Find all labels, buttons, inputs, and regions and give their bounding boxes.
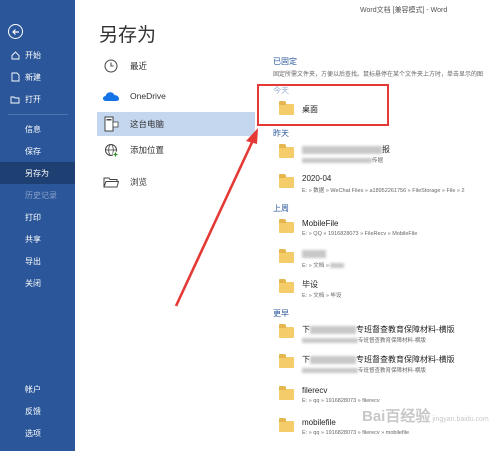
annotation-highlight-box bbox=[257, 84, 389, 126]
annotation-arrow bbox=[174, 128, 258, 307]
watermark: Bai百经验 jingyan.baidu.com bbox=[362, 408, 489, 425]
